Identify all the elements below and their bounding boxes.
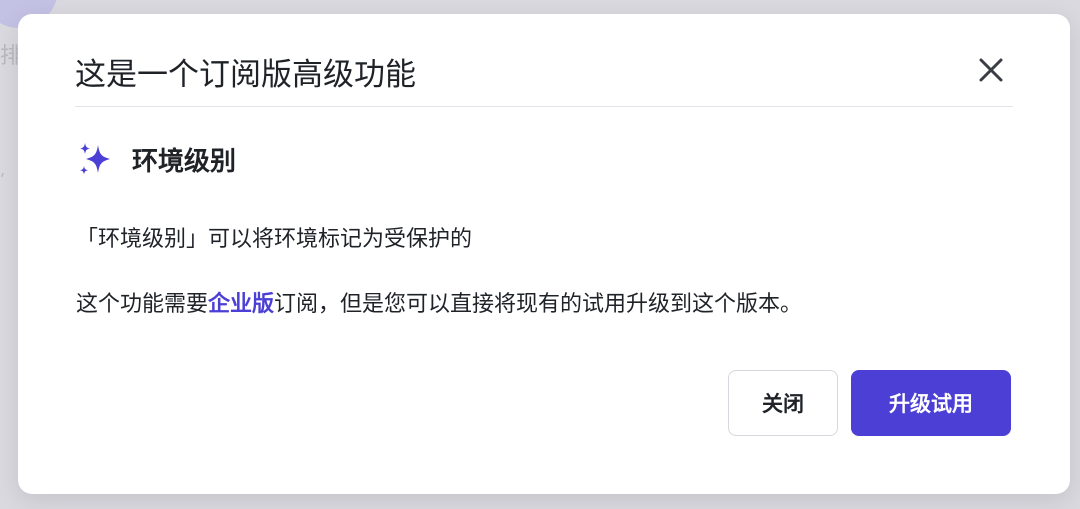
upgrade-message-suffix: 订阅，但是您可以直接将现有的试用升级到这个版本。 [274,292,803,317]
dialog-title: 这是一个订阅版高级功能 [75,57,416,93]
background-partial-mark: , [0,160,6,179]
header-divider [75,106,1013,107]
upgrade-message-prefix: 这个功能需要 [76,292,209,317]
close-icon[interactable] [973,52,1009,88]
sparkle-icon [80,143,110,175]
feature-heading: 环境级别 [76,139,236,179]
enterprise-plan-link[interactable]: 企业版 [208,292,274,317]
feature-name: 环境级别 [132,146,237,177]
upgrade-dialog: 这是一个订阅版高级功能 环境级别 「环境级别」可以将环境标记为受保护的 这个功能… [18,14,1070,494]
close-button[interactable]: 关闭 [728,370,838,436]
upgrade-trial-button[interactable]: 升级试用 [851,370,1011,436]
feature-description: 「环境级别」可以将环境标记为受保护的 [76,227,473,252]
upgrade-message: 这个功能需要企业版订阅，但是您可以直接将现有的试用升级到这个版本。 [76,286,802,318]
